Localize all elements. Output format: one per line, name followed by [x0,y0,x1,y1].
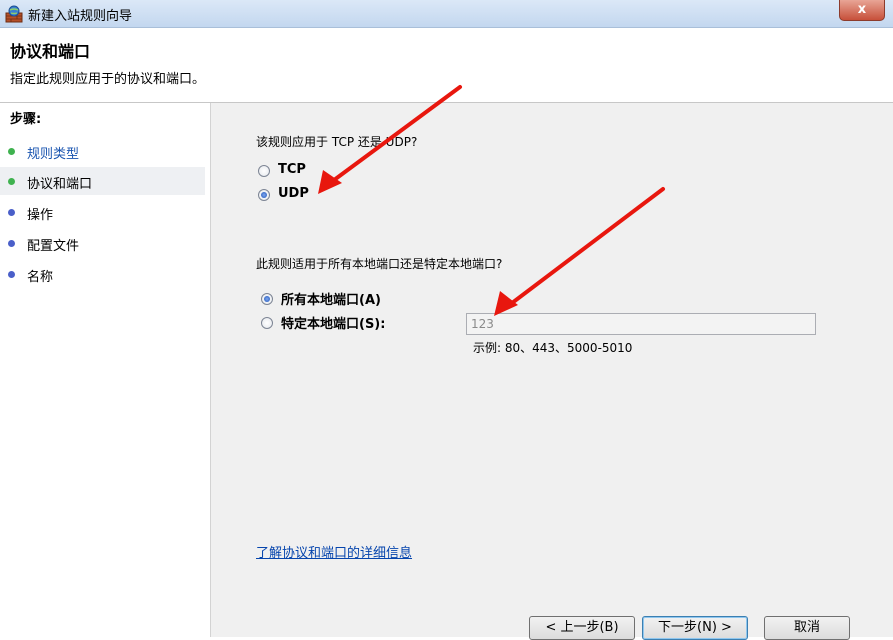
cancel-button[interactable]: 取消 [764,616,850,640]
step-bullet-icon [8,240,15,247]
close-icon[interactable]: x [858,2,866,17]
specific-ports-radio[interactable] [261,317,273,329]
specific-ports-label[interactable]: 特定本地端口(S): [281,313,385,332]
page-subtitle: 指定此规则应用于的协议和端口。 [10,72,206,87]
steps-sidebar: 步骤: 规则类型 协议和端口 操作 配置文件 名称 [0,103,211,637]
step-name[interactable]: 名称 [0,260,205,288]
close-button[interactable]: x [839,0,885,21]
next-button[interactable]: 下一步(N) > [642,616,748,640]
window-title: 新建入站规则向导 [28,9,133,24]
wizard-content: 该规则应用于 TCP 还是 UDP? TCP UDP 此规则适用于所有本地端口还… [211,103,893,640]
step-label[interactable]: 名称 [27,266,53,285]
step-rule-type[interactable]: 规则类型 [0,137,205,165]
all-ports-radio[interactable] [261,293,273,305]
firewall-icon [5,5,23,23]
step-label[interactable]: 配置文件 [27,235,79,254]
step-label[interactable]: 规则类型 [27,143,79,162]
back-button[interactable]: < 上一步(B) [529,616,635,640]
page-title: 协议和端口 [10,42,91,61]
step-bullet-icon [8,178,15,185]
protocol-question: 该规则应用于 TCP 还是 UDP? [256,135,418,149]
port-input[interactable]: 123 [466,313,816,335]
title-bar: 新建入站规则向导 x [0,0,893,28]
udp-radio[interactable] [258,189,270,201]
step-protocol-port[interactable]: 协议和端口 [0,167,205,195]
steps-heading: 步骤: [10,112,42,127]
step-bullet-icon [8,271,15,278]
tcp-label[interactable]: TCP [278,162,306,177]
udp-label[interactable]: UDP [278,186,309,201]
port-example: 示例: 80、443、5000-5010 [473,341,633,355]
step-label[interactable]: 协议和端口 [27,173,92,192]
all-ports-label[interactable]: 所有本地端口(A) [281,289,381,308]
step-label[interactable]: 操作 [27,204,53,223]
wizard-header: 协议和端口 指定此规则应用于的协议和端口。 [0,28,893,103]
tcp-radio[interactable] [258,165,270,177]
step-action[interactable]: 操作 [0,198,205,226]
step-bullet-icon [8,209,15,216]
help-link[interactable]: 了解协议和端口的详细信息 [256,542,412,561]
step-profile[interactable]: 配置文件 [0,229,205,257]
step-bullet-icon [8,148,15,155]
port-question: 此规则适用于所有本地端口还是特定本地端口? [256,257,503,271]
